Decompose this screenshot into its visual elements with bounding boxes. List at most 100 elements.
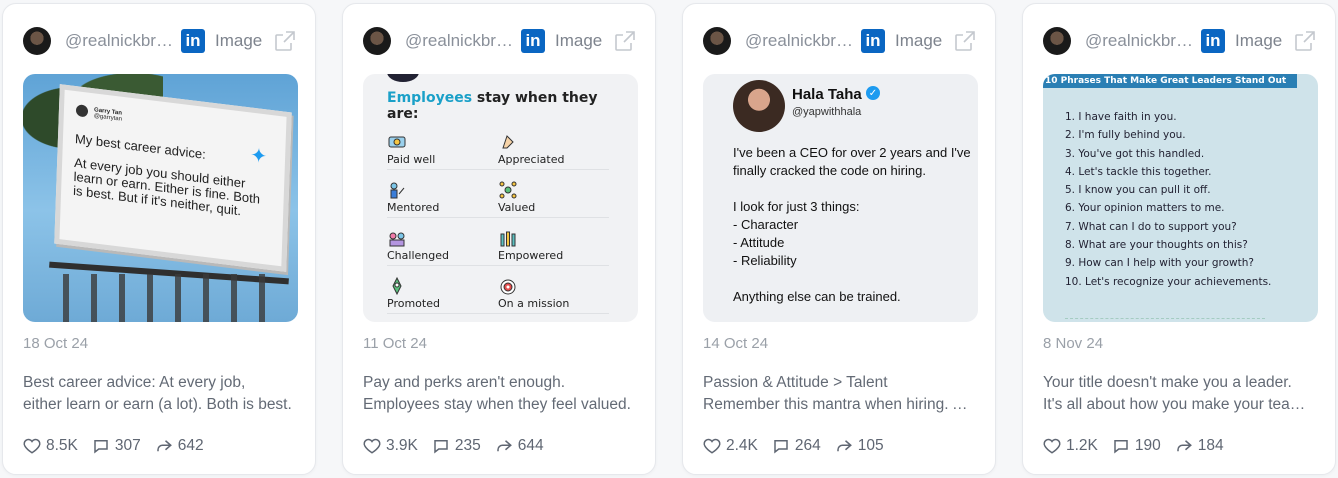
network-icon [499, 181, 517, 199]
post-image[interactable]: Hala Taha ✓ @yapwithhala I've been a CEO… [703, 74, 978, 322]
shares-stat: 644 [495, 437, 544, 455]
post-image[interactable]: Garry Tan @garrytan ✦ My best career adv… [23, 74, 298, 322]
heart-icon [363, 438, 381, 454]
footer-divider [1065, 318, 1265, 322]
infographic-item: Mentored [387, 180, 498, 218]
avatar [1043, 27, 1071, 55]
likes-count: 3.9K [386, 437, 418, 454]
infographic-item: Challenged [387, 228, 498, 266]
likes-stat: 3.9K [363, 437, 418, 455]
caption-line: Best career advice: At every job, [23, 374, 246, 391]
linkedin-icon: in [181, 29, 205, 53]
post-date: 14 Oct 24 [703, 335, 769, 352]
avatar [23, 27, 51, 55]
infographic-heading: Employees stay when they are: [387, 90, 614, 122]
caption-line: Your title doesn't make you a leader. [1043, 374, 1292, 391]
heading-highlight: Employees [387, 90, 473, 106]
money-icon [388, 136, 406, 148]
external-link-icon[interactable] [613, 29, 637, 53]
card-header: @realnickbright in Image [363, 26, 637, 56]
author-handle[interactable]: @realnickbright [405, 31, 515, 51]
list-item: 5. I know you can pull it off. [1065, 184, 1211, 197]
tweet-author: Hala Taha [792, 86, 862, 103]
caption-line: either learn or earn (a lot). Both is be… [23, 396, 292, 413]
post-stats: 2.4K 264 105 [703, 437, 898, 455]
author-handle[interactable]: @realnickbright [65, 31, 175, 51]
list-item: 4. Let's tackle this together. [1065, 165, 1212, 178]
author-handle[interactable]: @realnickbright [745, 31, 855, 51]
avatar [363, 27, 391, 55]
mentor-icon [390, 182, 405, 199]
billboard: Garry Tan @garrytan ✦ My best career adv… [54, 84, 292, 272]
comments-stat: 307 [92, 437, 141, 455]
shares-count: 644 [517, 437, 544, 454]
author-avatar-partial [387, 74, 419, 82]
comment-icon [774, 440, 788, 454]
author-handle[interactable]: @realnickbright [1085, 31, 1195, 51]
likes-stat: 8.5K [23, 437, 78, 455]
post-type-label: Image [895, 31, 943, 50]
likes-count: 1.2K [1066, 437, 1098, 454]
comment-icon [434, 440, 448, 454]
external-link-icon[interactable] [1293, 29, 1317, 53]
linkedin-icon: in [861, 29, 885, 53]
external-link-icon[interactable] [273, 29, 297, 53]
comments-stat: 235 [432, 437, 481, 455]
likes-count: 2.4K [726, 437, 758, 454]
caption-line: Pay and perks aren't enough. [363, 374, 566, 391]
post-date: 8 Nov 24 [1043, 335, 1104, 352]
comments-count: 307 [114, 437, 141, 454]
tweet-handle: @yapwithhala [792, 106, 862, 118]
share-icon [157, 440, 172, 452]
tweet-avatar [733, 80, 785, 132]
post-stats: 8.5K 307 642 [23, 437, 218, 455]
post-type-label: Image [1235, 31, 1283, 50]
post-card[interactable]: @realnickbright in Image Hala Taha ✓ @ya… [682, 3, 996, 475]
share-icon [1177, 440, 1192, 452]
likes-stat: 2.4K [703, 437, 758, 455]
heart-icon [23, 438, 41, 454]
infographic-item: Paid well [387, 132, 498, 170]
share-icon [497, 440, 512, 452]
post-card[interactable]: @realnickbright in Image Garry Tan @garr… [2, 3, 316, 475]
infographic-item: On a mission [498, 276, 609, 314]
post-image[interactable]: Employees stay when they are: Paid well … [363, 74, 638, 322]
caption-line: Employees stay when they feel valued. [363, 396, 631, 413]
post-stats: 1.2K 190 184 [1043, 437, 1238, 455]
list-item: 3. You've got this handled. [1065, 147, 1205, 160]
list-item: 9. How can I help with your growth? [1065, 257, 1254, 270]
list-item: 10. Let's recognize your achievements. [1065, 275, 1272, 288]
heart-icon [703, 438, 721, 454]
post-card[interactable]: @realnickbright in Image Employees stay … [342, 3, 656, 475]
card-header: @realnickbright in Image [1043, 26, 1317, 56]
post-type-label: Image [215, 31, 263, 50]
post-type-label: Image [555, 31, 603, 50]
comments-count: 190 [1134, 437, 1161, 454]
phrases-list: 1. I have faith in you. 2. I'm fully beh… [1065, 108, 1271, 291]
infographic-item: Appreciated [498, 132, 609, 170]
card-header: @realnickbright in Image [23, 26, 297, 56]
share-icon [837, 440, 852, 452]
shares-stat: 105 [835, 437, 884, 455]
linkedin-icon: in [1201, 29, 1225, 53]
list-item: 6. Your opinion matters to me. [1065, 202, 1225, 215]
caption-line: Remember this mantra when hiring. Always… [703, 396, 973, 413]
post-date: 11 Oct 24 [363, 335, 427, 352]
linkedin-icon: in [521, 29, 545, 53]
post-image[interactable]: 10 Phrases That Make Great Leaders Stand… [1043, 74, 1318, 322]
list-item: 2. I'm fully behind you. [1065, 129, 1186, 142]
post-caption: Your title doesn't make you a leader. It… [1043, 372, 1313, 416]
post-card[interactable]: @realnickbright in Image 10 Phrases That… [1022, 3, 1336, 475]
external-link-icon[interactable] [953, 29, 977, 53]
post-stats: 3.9K 235 644 [363, 437, 558, 455]
verified-badge-icon: ✓ [866, 86, 880, 100]
comments-stat: 190 [1112, 437, 1161, 455]
target-icon [500, 279, 516, 295]
post-caption: Pay and perks aren't enough. Employees s… [363, 372, 633, 416]
shares-stat: 642 [155, 437, 204, 455]
post-caption: Best career advice: At every job, either… [23, 372, 293, 416]
twitter-bird-icon: ✦ [249, 144, 268, 169]
tweet-text: I've been a CEO for over 2 years and I'v… [733, 145, 971, 304]
likes-stat: 1.2K [1043, 437, 1098, 455]
rocket-icon [392, 276, 402, 296]
